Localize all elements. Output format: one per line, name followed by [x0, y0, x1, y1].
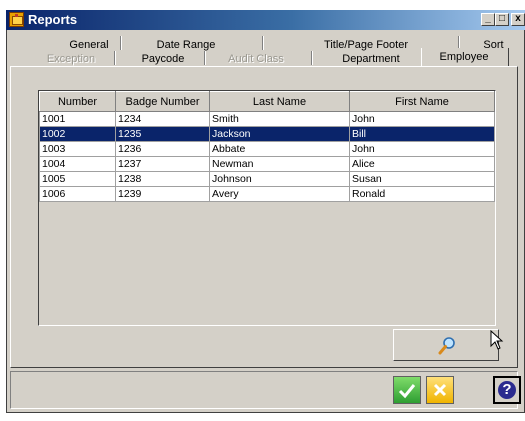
- cancel-button[interactable]: [426, 376, 454, 404]
- cell-badge-number: 1239: [115, 186, 210, 202]
- table-row-selected[interactable]: 1002 1235 Jackson Bill: [39, 126, 495, 142]
- cell-number: 1004: [39, 156, 116, 172]
- cell-first-name: John: [349, 141, 495, 157]
- tab-divider: [204, 51, 205, 65]
- cell-last-name: Jackson: [209, 126, 350, 142]
- minimize-button[interactable]: _: [481, 13, 495, 26]
- column-header-number[interactable]: Number: [39, 91, 116, 112]
- cell-badge-number: 1234: [115, 111, 210, 127]
- cell-number: 1002: [39, 126, 116, 142]
- table-row[interactable]: 1003 1236 Abbate John: [39, 141, 495, 157]
- maximize-button[interactable]: □: [495, 13, 509, 26]
- table-row[interactable]: 1005 1238 Johnson Susan: [39, 171, 495, 187]
- cell-number: 1001: [39, 111, 116, 127]
- title-bar[interactable]: Reports _ □ x: [6, 10, 525, 30]
- table-row[interactable]: 1004 1237 Newman Alice: [39, 156, 495, 172]
- tab-divider: [311, 51, 312, 65]
- column-header-last-name[interactable]: Last Name: [209, 91, 350, 112]
- reports-app-icon: [9, 12, 24, 27]
- tab-divider: [262, 36, 263, 50]
- search-button[interactable]: [393, 329, 499, 361]
- grid-header-row: Number Badge Number Last Name First Name: [39, 91, 495, 112]
- magnifier-icon: [438, 337, 455, 355]
- tab-audit-class: Audit Class: [228, 53, 284, 65]
- cell-number: 1003: [39, 141, 116, 157]
- cell-number: 1006: [39, 186, 116, 202]
- cell-first-name: Alice: [349, 156, 495, 172]
- mouse-cursor-icon: [490, 330, 504, 350]
- cell-first-name: Ronald: [349, 186, 495, 202]
- column-header-first-name[interactable]: First Name: [349, 91, 495, 112]
- tab-date-range[interactable]: Date Range: [146, 39, 226, 51]
- cell-badge-number: 1236: [115, 141, 210, 157]
- cell-badge-number: 1238: [115, 171, 210, 187]
- cell-number: 1005: [39, 171, 116, 187]
- window-title: Reports: [28, 12, 78, 27]
- reports-window: Reports _ □ x General Date Range Title/P…: [6, 10, 525, 413]
- cell-first-name: Bill: [349, 126, 495, 142]
- ok-button[interactable]: [393, 376, 421, 404]
- cell-first-name: Susan: [349, 171, 495, 187]
- table-row[interactable]: 1001 1234 Smith John: [39, 111, 495, 127]
- cell-last-name: Abbate: [209, 141, 350, 157]
- tab-title-page-footer[interactable]: Title/Page Footer: [311, 39, 421, 51]
- tab-employee[interactable]: Employee: [424, 51, 504, 63]
- cell-last-name: Smith: [209, 111, 350, 127]
- table-row[interactable]: 1006 1239 Avery Ronald: [39, 186, 495, 202]
- question-icon: ?: [498, 381, 516, 399]
- cell-last-name: Johnson: [209, 171, 350, 187]
- tab-general[interactable]: General: [54, 39, 124, 51]
- cell-last-name: Newman: [209, 156, 350, 172]
- cell-badge-number: 1237: [115, 156, 210, 172]
- checkmark-icon: [398, 384, 416, 399]
- cell-first-name: John: [349, 111, 495, 127]
- tab-divider: [120, 36, 121, 50]
- help-button[interactable]: ?: [493, 376, 521, 404]
- tab-exception: Exception: [46, 53, 96, 65]
- cell-badge-number: 1235: [115, 126, 210, 142]
- employee-grid[interactable]: Number Badge Number Last Name First Name…: [38, 90, 496, 326]
- x-icon: [433, 383, 447, 397]
- column-header-badge-number[interactable]: Badge Number: [115, 91, 210, 112]
- cell-last-name: Avery: [209, 186, 350, 202]
- tab-paycode[interactable]: Paycode: [128, 53, 198, 65]
- close-button[interactable]: x: [511, 13, 525, 26]
- tab-divider: [114, 51, 115, 65]
- tab-department[interactable]: Department: [331, 53, 411, 65]
